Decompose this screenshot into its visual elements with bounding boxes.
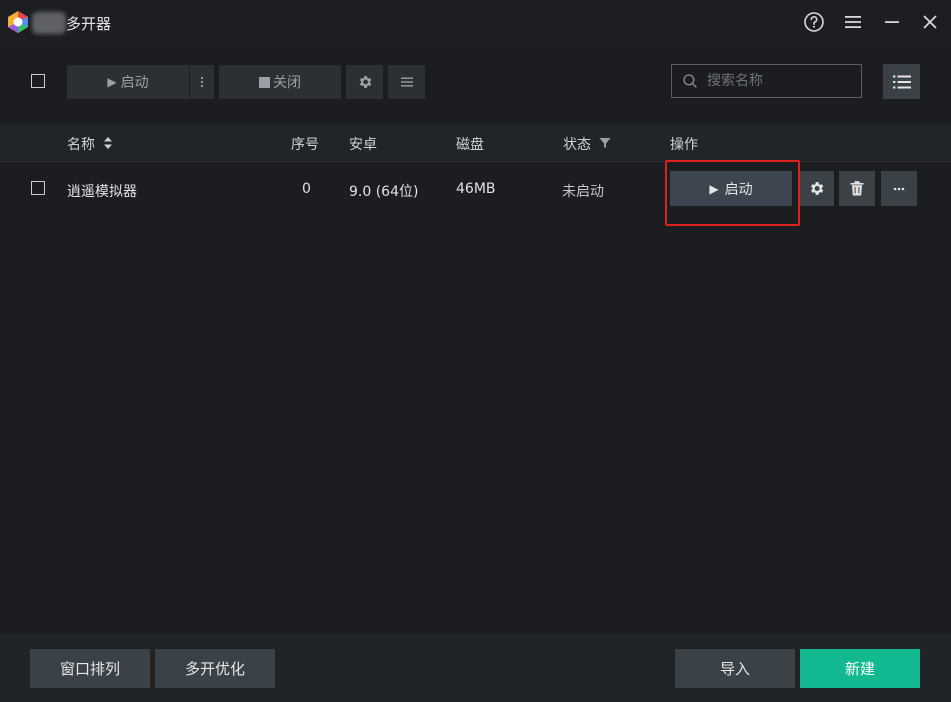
- column-index-header: 序号: [291, 137, 319, 153]
- more-horizontal-icon: [893, 187, 905, 190]
- row-name: 逍遥模拟器: [67, 184, 137, 200]
- batch-start-label: 启动: [120, 75, 149, 91]
- table-header: 名称 序号 安卓 磁盘 状态 操作: [0, 124, 951, 162]
- toolbar: ▶ 启动 关闭: [0, 44, 951, 124]
- close-icon[interactable]: [918, 10, 942, 34]
- import-label: 导入: [719, 660, 750, 678]
- batch-start-button[interactable]: ▶ 启动: [67, 65, 189, 99]
- list-view-icon: [892, 75, 911, 88]
- search-box[interactable]: [671, 64, 862, 98]
- row-start-button[interactable]: ▶ 启动: [670, 171, 792, 206]
- row-android-version: 9.0 (64位): [349, 184, 419, 200]
- app-logo-icon: [8, 11, 28, 33]
- column-name-header[interactable]: 名称: [67, 134, 113, 154]
- batch-start-more-button[interactable]: [190, 65, 214, 99]
- table-row: 逍遥模拟器 0 9.0 (64位) 46MB 未启动 ▶ 启动: [0, 162, 951, 217]
- row-status: 未启动: [562, 184, 604, 200]
- trash-icon: [850, 181, 864, 196]
- list-view-toggle-button[interactable]: [883, 64, 920, 99]
- row-more-button[interactable]: [881, 171, 917, 206]
- filter-icon[interactable]: [599, 137, 611, 149]
- help-icon[interactable]: [802, 10, 826, 34]
- app-title: 多开器: [66, 15, 112, 33]
- sort-icon[interactable]: [103, 136, 113, 150]
- batch-stop-button[interactable]: 关闭: [219, 65, 341, 99]
- gear-icon: [810, 182, 823, 195]
- column-status-label: 状态: [563, 137, 591, 153]
- play-icon: ▶: [107, 75, 117, 89]
- multi-open-optimize-label: 多开优化: [184, 660, 245, 678]
- row-delete-button[interactable]: [839, 171, 875, 206]
- column-android-header: 安卓: [349, 137, 377, 153]
- column-status-header[interactable]: 状态: [563, 134, 611, 154]
- batch-list-button[interactable]: [388, 65, 425, 99]
- minimize-icon[interactable]: [880, 10, 904, 34]
- blurred-brand-mark: [32, 12, 66, 34]
- menu-icon[interactable]: [841, 10, 865, 34]
- batch-settings-button[interactable]: [346, 65, 383, 99]
- row-settings-button[interactable]: [798, 171, 834, 206]
- gear-icon: [359, 76, 371, 88]
- new-instance-button[interactable]: 新建: [800, 649, 920, 688]
- row-index: 0: [302, 181, 311, 197]
- window-arrange-label: 窗口排列: [59, 660, 120, 678]
- row-checkbox[interactable]: [31, 181, 45, 195]
- row-start-label: 启动: [724, 181, 753, 198]
- new-instance-label: 新建: [844, 660, 875, 678]
- search-icon: [683, 74, 697, 88]
- row-disk-size: 46MB: [456, 181, 496, 197]
- title-bar: 多开器: [0, 0, 951, 44]
- multi-open-optimize-button[interactable]: 多开优化: [155, 649, 275, 688]
- search-input[interactable]: [707, 73, 857, 89]
- import-button[interactable]: 导入: [675, 649, 795, 688]
- window-arrange-button[interactable]: 窗口排列: [30, 649, 150, 688]
- play-icon: ▶: [709, 181, 719, 196]
- column-disk-header: 磁盘: [456, 137, 484, 153]
- stop-icon: [259, 76, 270, 88]
- batch-stop-label: 关闭: [273, 75, 301, 91]
- column-actions-header: 操作: [670, 137, 698, 153]
- list-icon: [400, 77, 413, 87]
- column-name-label: 名称: [67, 137, 95, 153]
- more-vertical-icon: [200, 76, 204, 88]
- select-all-checkbox[interactable]: [31, 74, 45, 88]
- footer-bar: 窗口排列 多开优化 导入 新建: [0, 633, 951, 702]
